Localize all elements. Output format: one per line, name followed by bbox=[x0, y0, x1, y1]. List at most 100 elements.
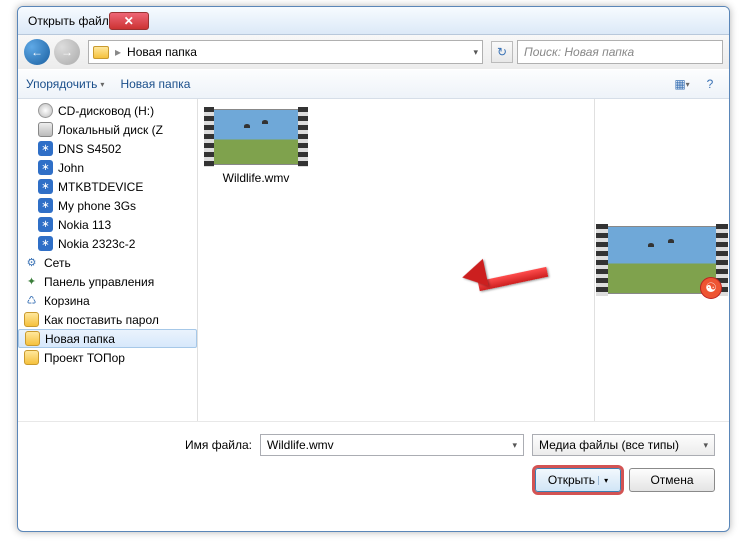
nav-bar: ← → ▸ Новая папка ▾ ↻ Поиск: Новая папка bbox=[18, 35, 729, 69]
tree-item-label: John bbox=[58, 161, 84, 175]
tree-item-label: Проект ТОПор bbox=[44, 351, 125, 365]
bt-icon: ∗ bbox=[38, 141, 53, 156]
organize-label: Упорядочить bbox=[26, 77, 97, 91]
file-list[interactable]: Wildlife.wmv bbox=[198, 99, 594, 421]
open-button[interactable]: Открыть ▾ bbox=[535, 468, 621, 492]
disc-icon bbox=[38, 103, 53, 118]
breadcrumb[interactable]: ▸ Новая папка ▾ bbox=[88, 40, 483, 64]
preview-pane: ☯ bbox=[594, 99, 729, 421]
filename-label: Имя файла: bbox=[32, 438, 252, 452]
tree-item-label: MTKBTDEVICE bbox=[58, 180, 143, 194]
tree-item[interactable]: ∗ DNS S4502 bbox=[18, 139, 197, 158]
help-button[interactable]: ? bbox=[699, 74, 721, 94]
tree-item-label: Панель управления bbox=[44, 275, 154, 289]
tree-item-label: Как поставить парол bbox=[44, 313, 159, 327]
folder-tree[interactable]: CD-дисковод (H:) Локальный диск (Z ∗ DNS S4… bbox=[18, 99, 198, 421]
grid-icon: ▦ bbox=[674, 77, 685, 91]
bt-icon: ∗ bbox=[38, 236, 53, 251]
chevron-down-icon[interactable]: ▾ bbox=[598, 476, 608, 485]
tree-item[interactable]: ∗ John bbox=[18, 158, 197, 177]
tree-item[interactable]: Локальный диск (Z bbox=[18, 120, 197, 139]
decorative bbox=[244, 124, 250, 128]
film-strip-icon bbox=[204, 107, 214, 167]
tree-item[interactable]: ✦ Панель управления bbox=[18, 272, 197, 291]
folder-icon bbox=[24, 312, 39, 327]
nav-forward-button: → bbox=[54, 39, 80, 65]
tree-item[interactable]: ∗ MTKBTDEVICE bbox=[18, 177, 197, 196]
bt-icon: ∗ bbox=[38, 160, 53, 175]
decorative bbox=[648, 243, 654, 247]
annotation-arrow bbox=[458, 267, 548, 291]
tree-item[interactable]: ∗ My phone 3Gs bbox=[18, 196, 197, 215]
cancel-button[interactable]: Отмена bbox=[629, 468, 715, 492]
help-icon: ? bbox=[707, 77, 714, 91]
refresh-button[interactable]: ↻ bbox=[491, 41, 513, 63]
chevron-right-icon: ▸ bbox=[115, 45, 121, 59]
organize-menu[interactable]: Упорядочить ▾ bbox=[26, 77, 104, 91]
video-thumbnail bbox=[213, 109, 299, 165]
chevron-down-icon: ▾ bbox=[686, 80, 690, 89]
close-button[interactable]: ✕ bbox=[109, 12, 149, 30]
decorative bbox=[262, 120, 268, 124]
close-icon: ✕ bbox=[124, 14, 134, 28]
bt-icon: ∗ bbox=[38, 217, 53, 232]
tree-item-label: Новая папка bbox=[45, 332, 115, 346]
tree-item-label: My phone 3Gs bbox=[58, 199, 136, 213]
nav-back-button[interactable]: ← bbox=[24, 39, 50, 65]
tree-item-label: Nokia 113 bbox=[58, 218, 111, 232]
open-file-dialog: Открыть файл ✕ ← → ▸ Новая папка ▾ ↻ Пои… bbox=[17, 6, 730, 532]
file-name: Wildlife.wmv bbox=[208, 171, 304, 185]
tree-item-label: Nokia 2323c-2 bbox=[58, 237, 135, 251]
tree-item-label: DNS S4502 bbox=[58, 142, 121, 156]
toolbar: Упорядочить ▾ Новая папка ▦ ▾ ? bbox=[18, 69, 729, 99]
tree-item-label: Сеть bbox=[44, 256, 71, 270]
window-title: Открыть файл bbox=[28, 14, 109, 28]
tree-item[interactable]: ∗ Nokia 113 bbox=[18, 215, 197, 234]
footer: Имя файла: Wildlife.wmv ▾ Медиа файлы (в… bbox=[18, 421, 729, 506]
app-badge-icon: ☯ bbox=[700, 277, 722, 299]
folder-icon bbox=[25, 331, 40, 346]
arrow-left-icon: ← bbox=[31, 45, 43, 59]
tree-item[interactable]: ⚙ Сеть bbox=[18, 253, 197, 272]
view-mode-button[interactable]: ▦ ▾ bbox=[671, 74, 693, 94]
film-strip-icon bbox=[298, 107, 308, 167]
chevron-down-icon[interactable]: ▾ bbox=[473, 47, 478, 58]
chevron-down-icon[interactable]: ▾ bbox=[512, 440, 517, 451]
drive-icon bbox=[38, 122, 53, 137]
search-input[interactable]: Поиск: Новая папка bbox=[517, 40, 723, 64]
folder-icon bbox=[93, 46, 109, 59]
tree-item[interactable]: Проект ТОПор bbox=[18, 348, 197, 367]
titlebar: Открыть файл ✕ bbox=[18, 7, 729, 35]
filename-input[interactable]: Wildlife.wmv ▾ bbox=[260, 434, 524, 456]
arrow-right-icon: → bbox=[61, 45, 73, 59]
filename-value: Wildlife.wmv bbox=[267, 438, 334, 452]
chevron-down-icon: ▾ bbox=[703, 440, 708, 451]
breadcrumb-current: Новая папка bbox=[127, 45, 197, 59]
file-type-label: Медиа файлы (все типы) bbox=[539, 438, 679, 452]
search-placeholder: Поиск: Новая папка bbox=[524, 45, 634, 59]
tree-item[interactable]: ∗ Nokia 2323c-2 bbox=[18, 234, 197, 253]
preview-thumbnail: ☯ bbox=[607, 226, 717, 294]
chevron-down-icon: ▾ bbox=[100, 80, 104, 89]
file-type-filter[interactable]: Медиа файлы (все типы) ▾ bbox=[532, 434, 715, 456]
decorative bbox=[668, 239, 674, 243]
body-area: CD-дисковод (H:) Локальный диск (Z ∗ DNS S4… bbox=[18, 99, 729, 421]
bin-icon: ♺ bbox=[24, 293, 39, 308]
tree-item[interactable]: CD-дисковод (H:) bbox=[18, 101, 197, 120]
tree-item[interactable]: ♺Корзина bbox=[18, 291, 197, 310]
tree-item[interactable]: Как поставить парол bbox=[18, 310, 197, 329]
file-item[interactable]: Wildlife.wmv bbox=[208, 109, 304, 185]
refresh-icon: ↻ bbox=[497, 45, 507, 59]
film-strip-icon bbox=[596, 224, 608, 296]
cancel-label: Отмена bbox=[650, 473, 693, 487]
new-folder-button[interactable]: Новая папка bbox=[120, 77, 190, 91]
bt-icon: ∗ bbox=[38, 198, 53, 213]
tree-item-label: Локальный диск (Z bbox=[58, 123, 163, 137]
net-icon: ⚙ bbox=[24, 255, 39, 270]
cp-icon: ✦ bbox=[24, 274, 39, 289]
bt-icon: ∗ bbox=[38, 179, 53, 194]
tree-item-label: CD-дисковод (H:) bbox=[58, 104, 154, 118]
folder-icon bbox=[24, 350, 39, 365]
open-label: Открыть bbox=[548, 473, 595, 487]
tree-item[interactable]: Новая папка bbox=[18, 329, 197, 348]
